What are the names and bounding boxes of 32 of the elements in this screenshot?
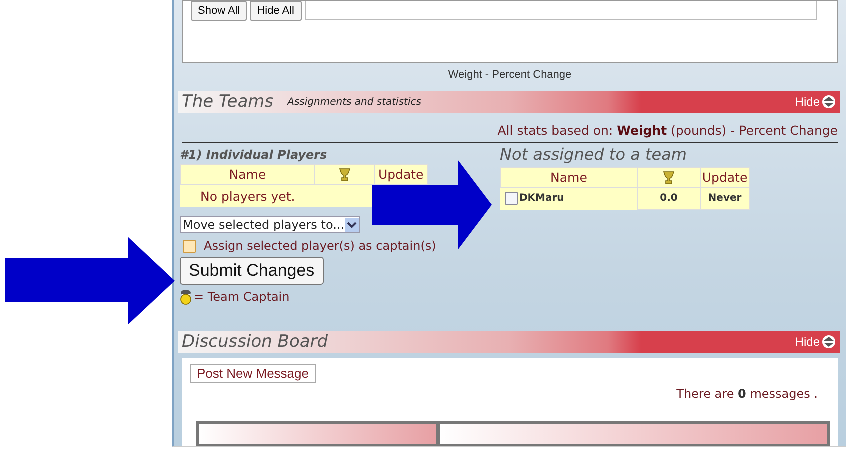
section-title: The Teams	[182, 92, 274, 112]
message-count: There are 0 messages .	[676, 387, 818, 401]
captain-icon	[180, 289, 192, 305]
team-heading: #1) Individual Players	[180, 148, 328, 164]
legend-button[interactable]: Hide All	[250, 1, 302, 21]
collapse-icon[interactable]	[822, 95, 836, 109]
move-dropdown[interactable]: Move selected players to...	[180, 216, 360, 233]
legend-button[interactable]: Show All	[191, 1, 248, 21]
submit-button[interactable]: Submit Changes	[180, 257, 324, 285]
hide-toggle[interactable]: Hide	[795, 95, 820, 109]
column-header[interactable]: Update	[700, 168, 750, 188]
unassigned-heading: Not assigned to a team	[500, 145, 688, 166]
column-header[interactable]: Name	[180, 164, 315, 184]
captain-legend: = Team Captain	[194, 290, 290, 304]
trophy-icon[interactable]	[663, 171, 675, 186]
section-subtitle: Assignments and statistics	[288, 96, 422, 108]
collapse-icon[interactable]	[822, 335, 836, 349]
checkbox-label: Assign selected player(s) as captain(s)	[204, 239, 436, 253]
post-message-button[interactable]: Post New Message	[190, 364, 316, 383]
arrow-icon	[5, 237, 175, 325]
stats-note: All stats based on: Weight (pounds) - Percent Change	[498, 123, 838, 138]
checkbox[interactable]	[504, 192, 518, 205]
section-title: Discussion Board	[182, 332, 328, 352]
hide-toggle[interactable]: Hide	[795, 335, 820, 349]
player-name: DKMaru	[520, 193, 564, 204]
empty-message: No players yet.	[180, 184, 428, 207]
table-cell: Never	[700, 188, 750, 209]
table-cell: 0.0	[638, 188, 700, 209]
chart-caption: Weight - Percent Change	[447, 69, 573, 83]
checkbox[interactable]	[183, 240, 196, 252]
column-header[interactable]: Name	[500, 168, 638, 188]
trophy-icon[interactable]	[338, 168, 351, 182]
